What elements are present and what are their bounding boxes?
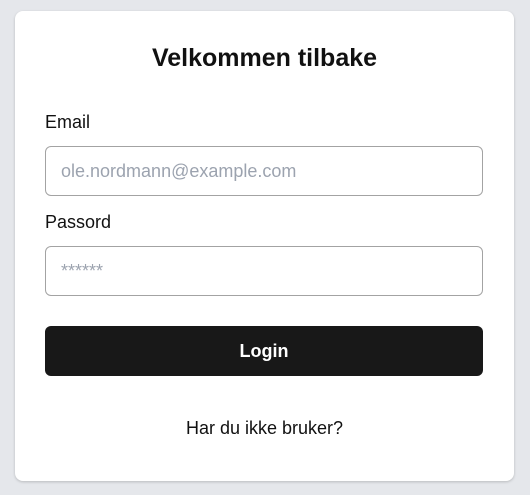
email-label: Email — [45, 112, 91, 132]
email-field[interactable] — [45, 146, 483, 196]
login-card: Velkommen tilbake Email Passord Login Ha… — [15, 11, 514, 481]
password-label: Passord — [45, 212, 112, 232]
signup-link[interactable]: Har du ikke bruker? — [15, 417, 514, 439]
login-button[interactable]: Login — [45, 326, 483, 376]
page-title: Velkommen tilbake — [151, 44, 378, 72]
password-field[interactable] — [45, 246, 483, 296]
